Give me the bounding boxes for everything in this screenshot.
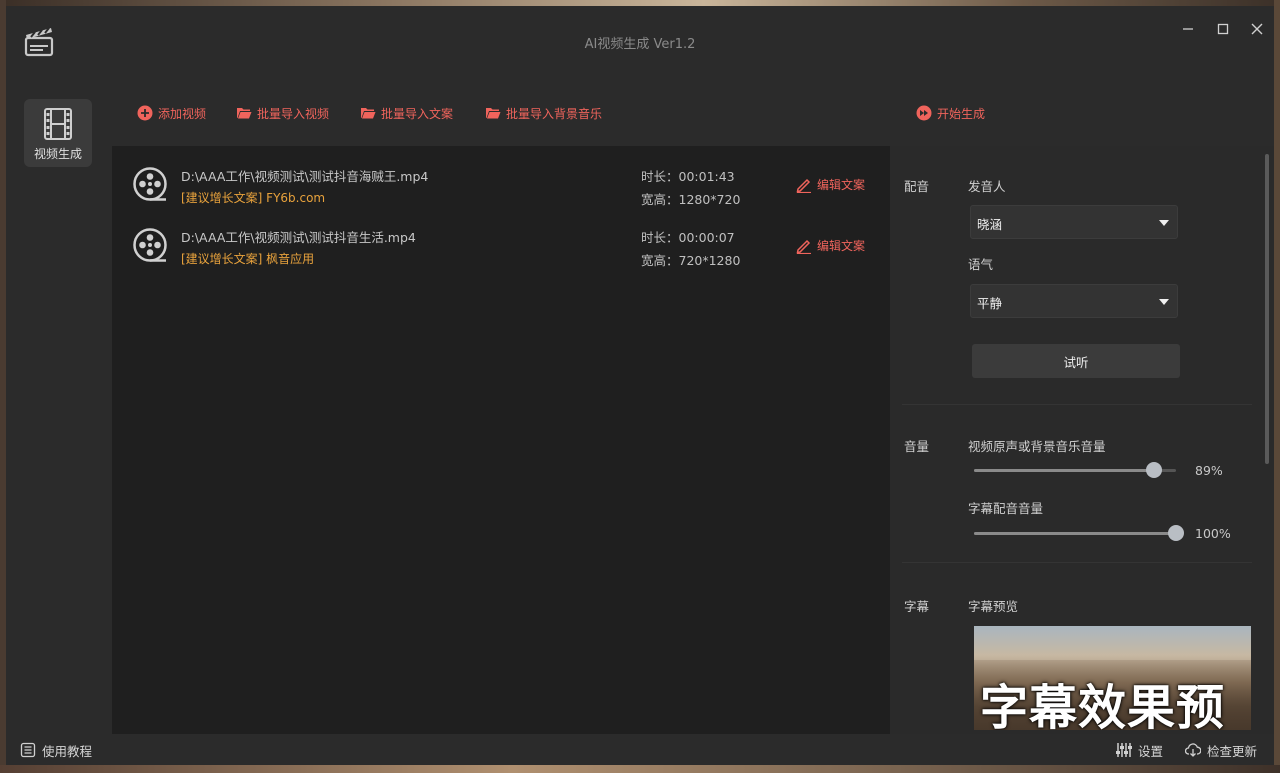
close-button[interactable] [1242,14,1272,44]
folder-open-icon [237,108,252,119]
slider-thumb[interactable] [1146,462,1162,478]
film-reel-icon [133,167,167,201]
subtitle-section-label: 字幕 [904,599,930,614]
settings-label: 设置 [1138,743,1164,759]
slider-fill [974,469,1154,472]
subtitle-preview-image: 字幕效果预 [974,626,1251,730]
status-bar: 使用教程 设置 检查更新 [6,734,1274,765]
subtitle-volume-slider[interactable] [974,525,1184,541]
desktop-background-right [1274,0,1280,773]
folder-open-icon [486,108,501,119]
suggested-copy: [建议增长文案] 枫音应用 [181,252,315,266]
sidebar-item-label: 视频生成 [33,147,82,161]
cloud-download-icon [1185,743,1201,757]
close-icon [1251,23,1263,35]
pencil-icon [796,239,811,254]
maximize-icon [1217,23,1229,35]
chevron-down-icon [1159,299,1169,305]
settings-button[interactable]: 设置 [1116,740,1163,760]
speaker-select[interactable]: 晓涵 [970,205,1178,239]
tone-select[interactable]: 平静 [970,284,1178,318]
batch-import-copy-button[interactable]: 批量导入文案 [360,104,453,122]
toolbar: 添加视频 批量导入视频 批量导入文案 批量导入背景音乐 开始生成 [112,78,1274,146]
start-generate-label: 开始生成 [937,106,986,121]
app-window: AI视频生成 Ver1.2 视频生成 添加视频 批量导入视频 批量导入文案 批量… [6,6,1274,765]
tutorial-button[interactable]: 使用教程 [20,740,92,760]
video-list: D:\AAA工作\视频测试\测试抖音海贼王.mp4 [建议增长文案] FY6b.… [112,146,890,734]
settings-scrollbar[interactable] [1265,154,1269,464]
check-update-button[interactable]: 检查更新 [1185,740,1257,760]
minimize-icon [1183,28,1193,30]
batch-import-copy-label: 批量导入文案 [381,106,454,121]
film-icon [44,108,72,140]
batch-import-video-button[interactable]: 批量导入视频 [236,104,329,122]
video-path: D:\AAA工作\视频测试\测试抖音生活.mp4 [181,230,416,245]
check-update-label: 检查更新 [1207,743,1258,759]
subtitle-volume-label: 字幕配音音量 [968,501,1044,516]
subtitle-preview-text: 字幕效果预 [980,680,1226,730]
batch-import-music-label: 批量导入背景音乐 [506,106,603,121]
window-title: AI视频生成 Ver1.2 [584,37,696,52]
edit-copy-button[interactable]: 编辑文案 [796,176,865,193]
bg-volume-percent: 89% [1195,463,1223,478]
speaker-label: 发音人 [968,179,1006,194]
title-bar: AI视频生成 Ver1.2 [6,6,1274,78]
slider-fill [974,532,1176,535]
desktop-background-bottom [0,765,1280,773]
batch-import-video-label: 批量导入视频 [257,106,330,121]
tone-label: 语气 [968,257,994,272]
slider-thumb[interactable] [1168,525,1184,541]
section-divider [902,562,1252,563]
fast-forward-icon [916,105,932,121]
sliders-icon [1116,743,1132,757]
batch-import-music-button[interactable]: 批量导入背景音乐 [485,104,602,122]
video-duration: 时长：00:01:43 [641,169,735,184]
settings-panel: 配音 发音人 晓涵 语气 平静 试听 音量 视频原声或背景音乐音量 89% 字幕… [890,146,1262,734]
edit-copy-label: 编辑文案 [817,178,866,192]
video-duration: 时长：00:00:07 [641,230,735,245]
document-list-icon [20,742,36,758]
video-resolution: 宽高：1280*720 [641,192,741,207]
tutorial-label: 使用教程 [42,743,93,759]
volume-section-label: 音量 [904,439,930,454]
list-item[interactable]: D:\AAA工作\视频测试\测试抖音生活.mp4 [建议增长文案] 枫音应用 时… [112,207,890,268]
sidebar-item-video-generate[interactable]: 视频生成 [24,99,92,167]
maximize-button[interactable] [1208,14,1238,44]
video-path: D:\AAA工作\视频测试\测试抖音海贼王.mp4 [181,169,429,184]
start-generate-button[interactable]: 开始生成 [916,104,985,122]
tone-value: 平静 [977,296,1003,311]
suggested-copy: [建议增长文案] FY6b.com [181,191,326,205]
edit-copy-button[interactable]: 编辑文案 [796,237,865,254]
folder-open-icon [361,108,376,119]
sidebar: 视频生成 [6,78,112,734]
plus-circle-icon [137,105,153,121]
subtitle-preview-label: 字幕预览 [968,599,1019,614]
minimize-button[interactable] [1173,14,1203,44]
chevron-down-icon [1159,220,1169,226]
film-reel-icon [133,228,167,262]
dubbing-section-label: 配音 [904,179,930,194]
list-item[interactable]: D:\AAA工作\视频测试\测试抖音海贼王.mp4 [建议增长文案] FY6b.… [112,146,890,207]
pencil-icon [796,178,811,193]
subtitle-volume-percent: 100% [1195,526,1231,541]
speaker-value: 晓涵 [977,217,1003,232]
bg-volume-label: 视频原声或背景音乐音量 [968,439,1106,454]
add-video-button[interactable]: 添加视频 [137,104,206,122]
add-video-label: 添加视频 [158,106,207,121]
video-resolution: 宽高：720*1280 [641,253,741,268]
section-divider [902,404,1252,405]
bg-volume-slider[interactable] [974,462,1176,478]
edit-copy-label: 编辑文案 [817,239,866,253]
listen-button[interactable]: 试听 [972,344,1180,378]
